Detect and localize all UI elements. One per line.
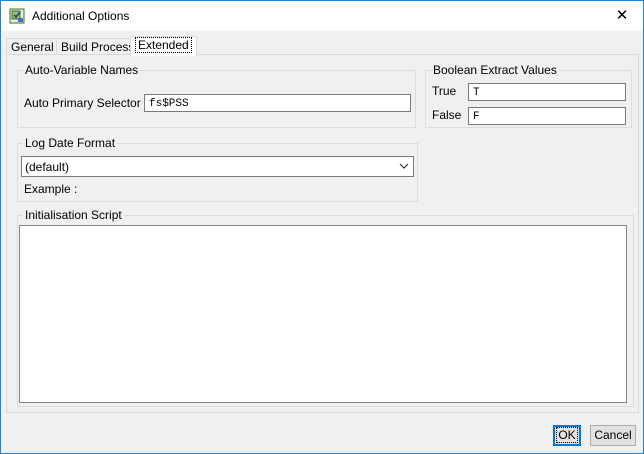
auto-variable-names-label: Auto-Variable Names xyxy=(23,63,141,77)
boolean-extract-values-group: Boolean Extract Values True T False F xyxy=(425,63,632,128)
auto-primary-selector-input[interactable]: fs$PSS xyxy=(144,94,411,112)
app-icon xyxy=(9,8,25,24)
ok-button[interactable]: OK xyxy=(553,425,581,446)
initialisation-script-label: Initialisation Script xyxy=(23,208,124,222)
tab-extended[interactable]: Extended xyxy=(130,36,197,56)
boolean-extract-values-label: Boolean Extract Values xyxy=(431,63,559,77)
log-date-format-group: Log Date Format (default) Example : xyxy=(17,136,418,202)
tab-build-process[interactable]: Build Process xyxy=(56,38,140,55)
tab-extended-label: Extended xyxy=(135,37,192,53)
additional-options-dialog: Additional Options ✕ General Build Proce… xyxy=(0,0,644,454)
true-value-input[interactable]: T xyxy=(468,83,626,101)
title-bar[interactable]: Additional Options ✕ xyxy=(1,1,643,31)
initialisation-script-group: Initialisation Script xyxy=(17,208,634,407)
ok-button-label: OK xyxy=(556,427,578,443)
extended-tab-panel: Auto-Variable Names Auto Primary Selecto… xyxy=(6,54,639,413)
true-label: True xyxy=(432,84,457,98)
auto-variable-names-group: Auto-Variable Names Auto Primary Selecto… xyxy=(17,63,416,128)
false-value-input[interactable]: F xyxy=(468,107,626,125)
false-label: False xyxy=(432,108,462,122)
log-date-format-select[interactable]: (default) xyxy=(21,156,414,177)
cancel-button[interactable]: Cancel xyxy=(590,425,636,446)
window-title: Additional Options xyxy=(32,9,130,23)
chevron-down-icon[interactable] xyxy=(398,159,410,173)
close-icon[interactable]: ✕ xyxy=(605,4,639,28)
initialisation-script-editor[interactable] xyxy=(19,225,627,403)
cancel-button-label: Cancel xyxy=(594,428,632,442)
log-date-format-label: Log Date Format xyxy=(23,136,118,150)
tab-general-label: General xyxy=(11,40,54,54)
tab-general[interactable]: General xyxy=(6,38,59,55)
log-date-format-value: (default) xyxy=(25,160,70,174)
auto-primary-selector-label: Auto Primary Selector xyxy=(24,96,141,110)
tab-build-process-label: Build Process xyxy=(61,40,135,54)
example-label: Example : xyxy=(24,182,78,196)
